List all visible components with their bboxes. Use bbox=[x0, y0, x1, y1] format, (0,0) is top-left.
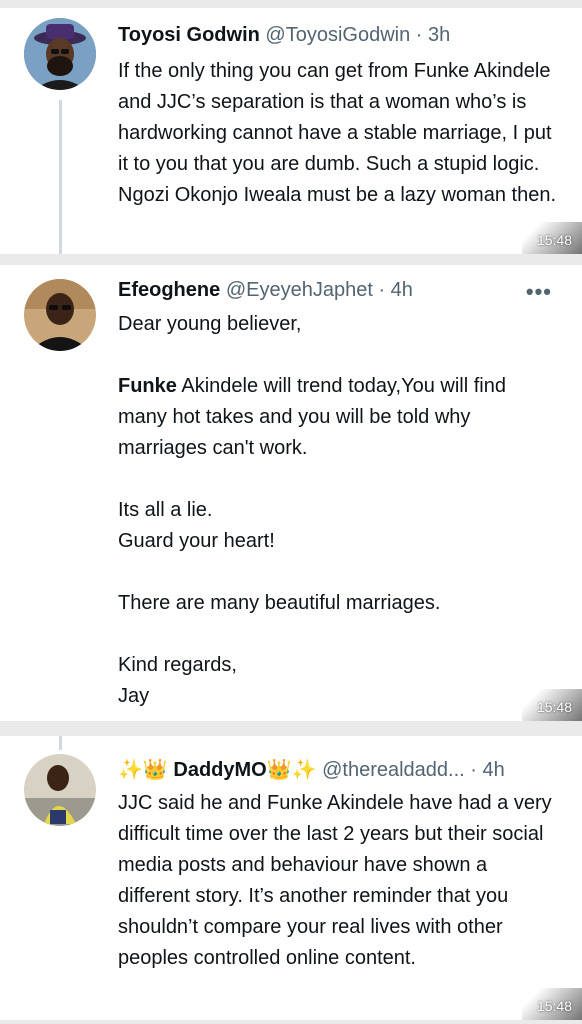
crown-sparkle-icon: 👑✨ bbox=[266, 757, 317, 781]
author-name[interactable]: DaddyMO bbox=[173, 759, 266, 781]
screenshot-timestamp: 15:48 bbox=[536, 232, 572, 248]
separator-dot: · bbox=[470, 759, 477, 781]
separator-dot: · bbox=[378, 279, 386, 301]
avatar-toyosi[interactable] bbox=[24, 18, 96, 90]
tweet-card-efeoghene[interactable]: Efeoghene @EyeyehJaphet · 4h ••• Dear yo… bbox=[0, 265, 582, 721]
tweet-header: Efeoghene @EyeyehJaphet · 4h bbox=[118, 277, 532, 303]
bold-word: Funke bbox=[118, 375, 177, 397]
thread-line bbox=[59, 100, 62, 254]
screenshot-timestamp: 15:48 bbox=[536, 699, 572, 715]
more-icon[interactable]: ••• bbox=[526, 279, 552, 305]
sparkle-crown-icon: ✨👑 bbox=[118, 757, 168, 781]
tweet-time[interactable]: 4h bbox=[391, 279, 413, 301]
author-name[interactable]: Efeoghene bbox=[118, 279, 220, 301]
avatar-efeoghene[interactable] bbox=[24, 279, 96, 351]
tweet-time[interactable]: 4h bbox=[483, 759, 505, 781]
tweet-time[interactable]: 3h bbox=[428, 24, 450, 46]
tweet-text-continued: Akindele will trend today,You will find … bbox=[118, 375, 512, 459]
avatar-daddymo[interactable] bbox=[24, 754, 96, 826]
separator-dot: · bbox=[415, 24, 423, 46]
author-handle[interactable]: @ToyosiGodwin bbox=[265, 24, 410, 46]
thread-line bbox=[59, 736, 62, 750]
tweet-text-rest: Its all a lie. Guard your heart! There a… bbox=[118, 499, 441, 707]
tweet-header: ✨👑 DaddyMO👑✨ @therealdadd... · 4h bbox=[118, 756, 562, 783]
tweet-text: JJC said he and Funke Akindele have had … bbox=[118, 792, 558, 969]
tweet-text-paragraph2: Funke Akindele will trend today,You will… bbox=[118, 371, 560, 464]
tweet-card-toyosi[interactable]: Toyosi Godwin @ToyosiGodwin · 3h If the … bbox=[0, 8, 582, 254]
screenshot-timestamp: 15:48 bbox=[536, 998, 572, 1014]
tweet-text: If the only thing you can get from Funke… bbox=[118, 60, 558, 206]
tweet-card-daddymo[interactable]: ✨👑 DaddyMO👑✨ @therealdadd... · 4h JJC sa… bbox=[0, 736, 582, 1020]
tweet-header: Toyosi Godwin @ToyosiGodwin · 3h bbox=[118, 22, 532, 48]
author-handle[interactable]: @EyeyehJaphet bbox=[226, 279, 373, 301]
author-name[interactable]: Toyosi Godwin bbox=[118, 24, 260, 46]
author-handle[interactable]: @therealdadd... bbox=[322, 759, 465, 781]
tweet-text-line1: Dear young believer, bbox=[118, 313, 302, 335]
